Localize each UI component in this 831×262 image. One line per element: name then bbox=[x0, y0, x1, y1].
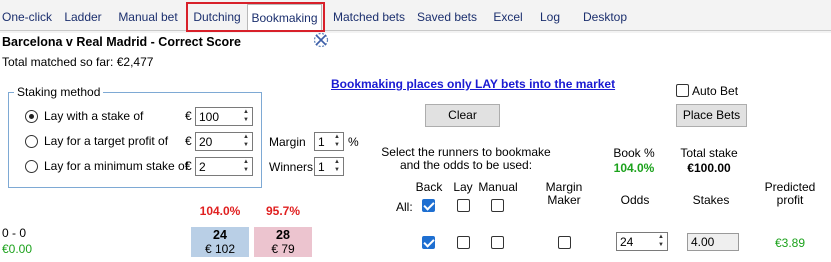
tab-ladder[interactable]: Ladder bbox=[60, 7, 106, 29]
all-label: All: bbox=[396, 200, 413, 214]
col-header-stakes: Stakes bbox=[692, 193, 730, 207]
col-header-margin: Margin bbox=[545, 180, 583, 194]
tab-one-click[interactable]: One-click bbox=[0, 7, 54, 29]
bookmaking-info-link[interactable]: Bookmaking places only LAY bets into the… bbox=[331, 77, 615, 91]
runner-name: 0 - 0 bbox=[2, 226, 27, 240]
back-amount: € 102 bbox=[204, 242, 236, 256]
lay-price-cell[interactable]: 28 € 79 bbox=[254, 227, 312, 257]
runner-stake-field[interactable]: 4.00 bbox=[687, 233, 739, 251]
runner-lay-checkbox[interactable] bbox=[457, 236, 470, 249]
all-lay-checkbox[interactable] bbox=[457, 199, 470, 212]
tab-highlight-box bbox=[186, 2, 325, 32]
book-percent-value: 104.0% bbox=[613, 161, 655, 175]
min-stake-value: 2 bbox=[199, 160, 206, 174]
market-title: Barcelona v Real Madrid - Correct Score bbox=[2, 35, 241, 49]
lay-stake-value: 100 bbox=[199, 110, 220, 124]
runner-odds-value: 24 bbox=[620, 235, 634, 249]
clear-button[interactable]: Clear bbox=[425, 104, 500, 127]
radio-lay-stake[interactable] bbox=[25, 110, 38, 123]
radio-min-stake-label: Lay for a minimum stake of bbox=[44, 159, 189, 173]
lay-amount: € 79 bbox=[271, 242, 295, 256]
lay-stake-stepper[interactable]: 100 ▲ ▼ bbox=[195, 107, 253, 126]
stepper-arrows-icon[interactable]: ▲ ▼ bbox=[655, 233, 667, 250]
back-overround: 104.0% bbox=[199, 204, 241, 218]
radio-target-profit-label: Lay for a target profit of bbox=[44, 134, 169, 148]
lay-price: 28 bbox=[276, 228, 290, 242]
tab-matched-bets[interactable]: Matched bets bbox=[330, 7, 408, 29]
radio-min-stake[interactable] bbox=[25, 160, 38, 173]
all-back-checkbox[interactable] bbox=[422, 199, 435, 212]
margin-unit: % bbox=[348, 135, 359, 149]
currency-symbol: € bbox=[185, 159, 192, 173]
auto-bet-checkbox[interactable] bbox=[676, 84, 689, 97]
runner-manual-checkbox[interactable] bbox=[491, 236, 504, 249]
all-manual-checkbox[interactable] bbox=[491, 199, 504, 212]
col-header-manual: Manual bbox=[478, 180, 518, 194]
currency-symbol: € bbox=[185, 134, 192, 148]
radio-target-profit[interactable] bbox=[25, 135, 38, 148]
runner-back-checkbox[interactable] bbox=[422, 236, 435, 249]
back-price: 24 bbox=[213, 228, 227, 242]
col-header-lay: Lay bbox=[453, 180, 473, 194]
col-header-predicted: Predicted bbox=[764, 180, 816, 194]
stepper-arrows-icon[interactable]: ▲ ▼ bbox=[240, 158, 252, 175]
tab-manual-bet[interactable]: Manual bet bbox=[114, 7, 182, 29]
margin-label: Margin bbox=[269, 135, 306, 149]
tab-saved-bets[interactable]: Saved bets bbox=[414, 7, 480, 29]
place-bets-button[interactable]: Place Bets bbox=[676, 104, 747, 127]
col-header-maker: Maker bbox=[547, 193, 581, 207]
tab-log[interactable]: Log bbox=[536, 7, 564, 29]
back-price-cell[interactable]: 24 € 102 bbox=[191, 227, 249, 257]
instructions-line2: and the odds to be used: bbox=[399, 158, 533, 172]
target-profit-stepper[interactable]: 20 ▲ ▼ bbox=[195, 132, 253, 151]
currency-symbol: € bbox=[185, 109, 192, 123]
lay-overround: 95.7% bbox=[265, 204, 301, 218]
margin-value: 1 bbox=[318, 135, 325, 149]
tab-excel[interactable]: Excel bbox=[488, 7, 528, 29]
tab-strip-divider bbox=[0, 30, 831, 31]
staking-method-label: Staking method bbox=[14, 85, 104, 99]
total-stake-value: €100.00 bbox=[687, 161, 731, 175]
instructions-line1: Select the runners to bookmake bbox=[381, 145, 551, 159]
stepper-arrows-icon[interactable]: ▲ ▼ bbox=[240, 108, 252, 125]
target-profit-value: 20 bbox=[199, 135, 213, 149]
tab-desktop[interactable]: Desktop bbox=[576, 7, 634, 29]
book-percent-label: Book % bbox=[613, 146, 655, 160]
winners-label: Winners bbox=[269, 160, 314, 174]
col-header-back: Back bbox=[415, 180, 443, 194]
stepper-arrows-icon[interactable]: ▲ ▼ bbox=[331, 158, 343, 175]
total-matched: Total matched so far: €2,477 bbox=[2, 55, 154, 69]
margin-stepper[interactable]: 1 ▲ ▼ bbox=[314, 132, 344, 151]
close-market-icon[interactable] bbox=[313, 32, 329, 48]
winners-value: 1 bbox=[318, 160, 325, 174]
runner-pl: €0.00 bbox=[2, 242, 33, 256]
runner-predicted-profit: €3.89 bbox=[774, 236, 806, 250]
stepper-arrows-icon[interactable]: ▲ ▼ bbox=[240, 133, 252, 150]
runner-odds-stepper[interactable]: 24 ▲ ▼ bbox=[616, 232, 668, 251]
col-header-profit: profit bbox=[776, 193, 804, 207]
radio-lay-stake-label: Lay with a stake of bbox=[44, 109, 144, 123]
min-stake-stepper[interactable]: 2 ▲ ▼ bbox=[195, 157, 253, 176]
winners-stepper[interactable]: 1 ▲ ▼ bbox=[314, 157, 344, 176]
auto-bet-label: Auto Bet bbox=[692, 84, 739, 98]
total-stake-label: Total stake bbox=[680, 146, 738, 160]
col-header-odds: Odds bbox=[620, 193, 650, 207]
stepper-arrows-icon[interactable]: ▲ ▼ bbox=[331, 133, 343, 150]
runner-margin-maker-checkbox[interactable] bbox=[558, 236, 571, 249]
